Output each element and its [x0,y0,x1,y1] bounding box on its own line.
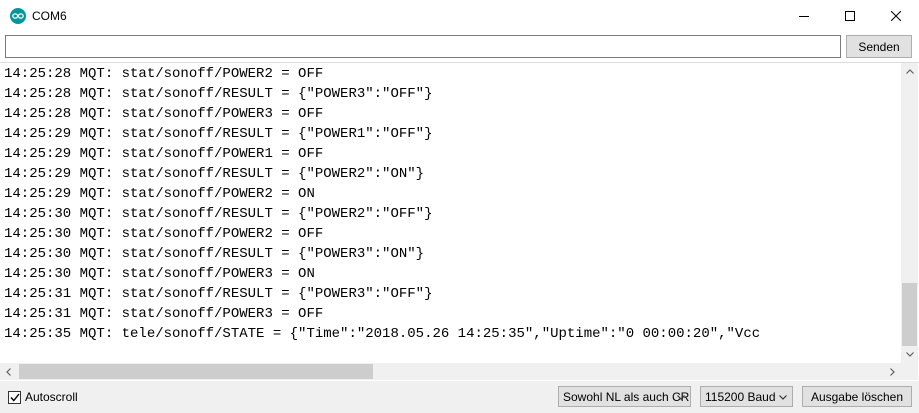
minimize-icon [799,16,809,17]
scroll-up-button[interactable] [901,63,918,80]
scroll-down-button[interactable] [901,346,918,363]
chevron-right-icon [890,367,895,376]
serial-output: 14:25:28 MQT: stat/sonoff/POWER2 = OFF 14… [4,64,900,362]
horizontal-scroll-thumb[interactable] [19,364,373,379]
line-ending-select[interactable]: Sowohl NL als auch CR [558,386,691,407]
autoscroll-option[interactable]: Autoscroll [8,390,78,404]
maximize-icon [845,11,855,21]
output-line: 14:25:31 MQT: stat/sonoff/RESULT = {"POW… [4,286,433,302]
output-line: 14:25:29 MQT: stat/sonoff/POWER2 = ON [4,186,315,202]
title-bar: COM6 [0,0,919,32]
scroll-left-button[interactable] [0,363,17,380]
minimize-button[interactable] [781,0,827,32]
autoscroll-checkbox[interactable] [8,390,21,404]
send-button[interactable]: Senden [846,35,912,58]
output-line: 14:25:30 MQT: stat/sonoff/RESULT = {"POW… [4,246,425,262]
chevron-left-icon [6,367,11,376]
output-line: 14:25:28 MQT: stat/sonoff/POWER2 = OFF [4,66,324,82]
close-button[interactable] [873,0,919,32]
output-line: 14:25:30 MQT: stat/sonoff/POWER3 = ON [4,266,315,282]
window-title: COM6 [32,9,67,23]
chevron-down-icon [905,352,914,357]
checkmark-icon [9,393,20,402]
output-line: 14:25:29 MQT: stat/sonoff/POWER1 = OFF [4,146,324,162]
output-line: 14:25:29 MQT: stat/sonoff/RESULT = {"POW… [4,166,425,182]
chevron-down-icon [779,395,787,400]
maximize-button[interactable] [827,0,873,32]
output-line: 14:25:31 MQT: stat/sonoff/POWER3 = OFF [4,306,324,322]
chevron-up-icon [905,69,914,74]
scrollbar-corner [901,363,918,380]
scroll-right-button[interactable] [884,363,901,380]
horizontal-scrollbar[interactable] [0,363,901,380]
arduino-logo-icon [10,8,26,24]
baud-rate-value: 115200 Baud [705,389,776,404]
send-input[interactable] [5,35,841,58]
autoscroll-label: Autoscroll [25,390,78,404]
output-line: 14:25:30 MQT: stat/sonoff/POWER2 = OFF [4,226,324,242]
output-line: 14:25:30 MQT: stat/sonoff/RESULT = {"POW… [4,206,433,222]
close-icon [891,11,901,21]
clear-output-button[interactable]: Ausgabe löschen [802,386,912,407]
line-ending-value: Sowohl NL als auch CR [563,389,690,404]
output-line: 14:25:35 MQT: tele/sonoff/STATE = {"Time… [4,326,761,342]
baud-rate-select[interactable]: 115200 Baud [700,386,793,407]
output-line: 14:25:29 MQT: stat/sonoff/RESULT = {"POW… [4,126,433,142]
vertical-scroll-thumb[interactable] [902,283,917,346]
output-line: 14:25:28 MQT: stat/sonoff/RESULT = {"POW… [4,86,433,102]
chevron-down-icon [677,395,685,400]
output-line: 14:25:28 MQT: stat/sonoff/POWER3 = OFF [4,106,324,122]
vertical-scrollbar[interactable] [901,63,918,363]
